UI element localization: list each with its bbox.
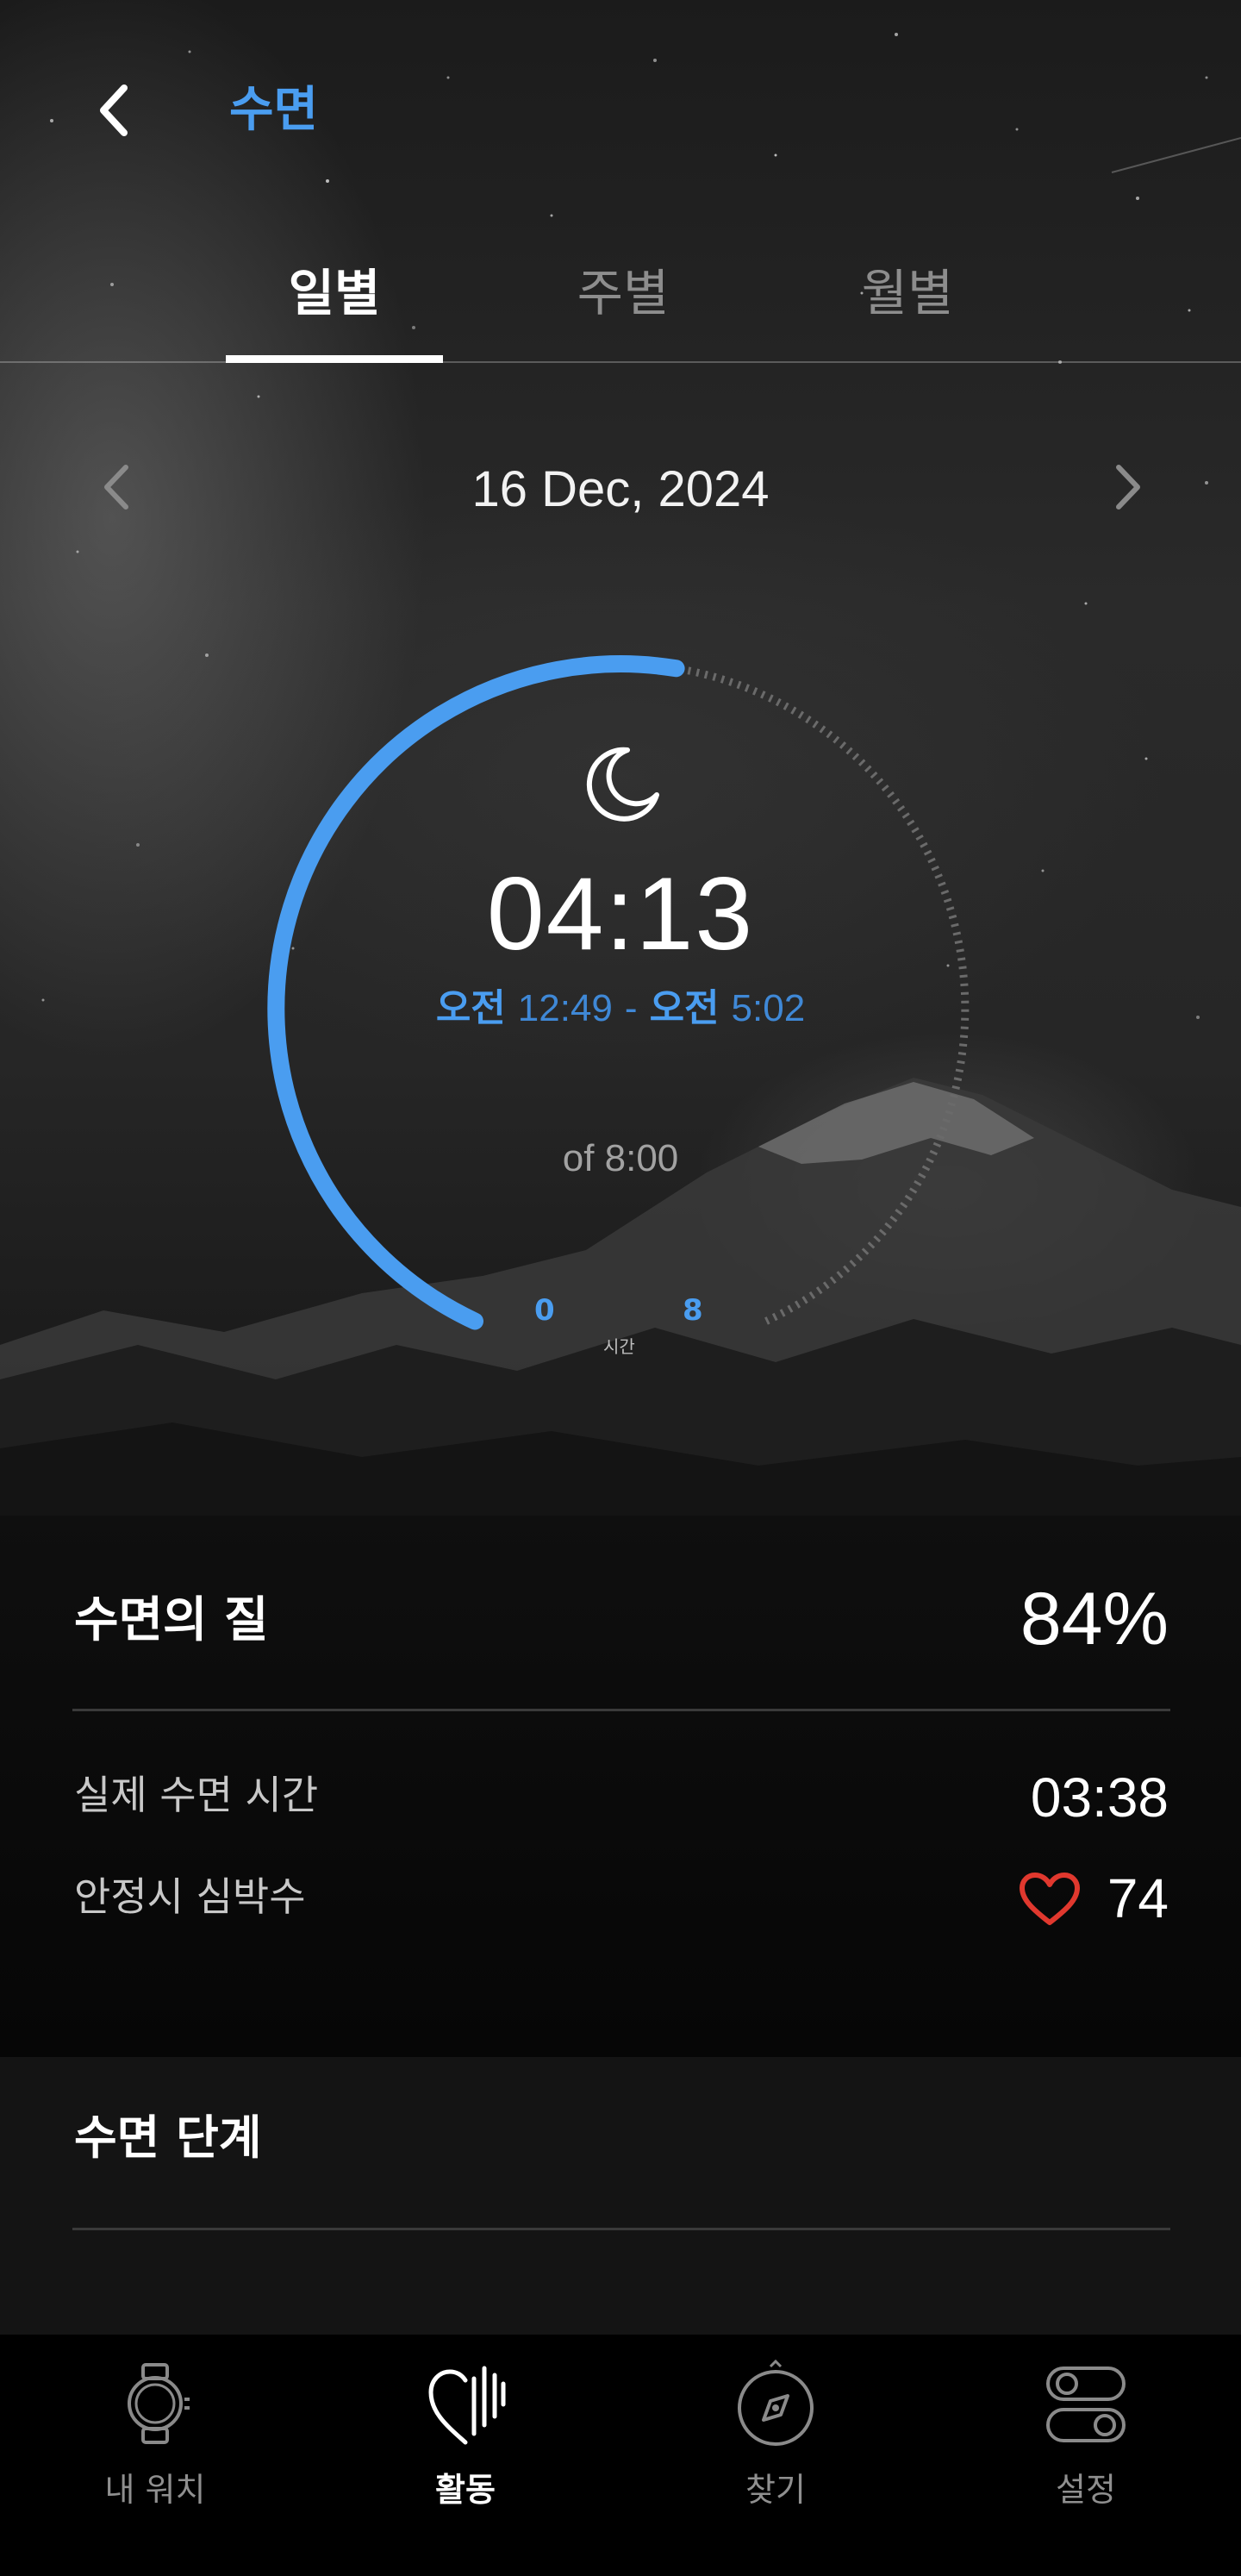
tab-monthly[interactable]: 월별 <box>800 250 1015 362</box>
chevron-left-icon <box>104 465 128 510</box>
period-tabs: 일별 주별 월별 <box>0 250 1241 362</box>
resting-heart-rate-label: 안정시 심박수 <box>74 1873 306 1920</box>
nav-settings-label: 설정 <box>1056 2471 1116 2509</box>
settings-toggle-icon <box>1046 2367 1126 2442</box>
page-title: 수면 <box>229 82 319 138</box>
sleep-quality-title: 수면의 질 <box>74 1592 269 1648</box>
scale-unit-label: 시간 <box>603 1336 635 1357</box>
end-ampm: 오전 <box>649 986 720 1030</box>
section-divider <box>72 2228 1170 2230</box>
scale-start-label: 0 <box>534 1293 555 1328</box>
chevron-left-icon <box>100 84 128 136</box>
nav-activity[interactable]: 활동 <box>310 2335 620 2576</box>
previous-date-button[interactable] <box>93 457 141 517</box>
back-button[interactable] <box>86 76 141 145</box>
nav-find[interactable]: 찾기 <box>620 2335 931 2576</box>
watch-icon <box>128 2363 190 2444</box>
time-separator: - <box>624 987 638 1029</box>
start-ampm: 오전 <box>435 986 506 1030</box>
sleep-goal: of 8:00 <box>562 1137 679 1179</box>
actual-sleep-label: 실제 수면 시간 <box>74 1772 319 1818</box>
start-time: 12:49 <box>517 987 613 1029</box>
nav-find-label: 찾기 <box>745 2471 806 2509</box>
chevron-right-icon <box>1116 465 1140 510</box>
tab-daily[interactable]: 일별 <box>227 250 442 362</box>
nav-settings[interactable]: 설정 <box>931 2335 1241 2576</box>
next-date-button[interactable] <box>1103 457 1151 517</box>
sleep-quality-value: 84% <box>1020 1578 1169 1660</box>
tabs-divider <box>0 361 1241 363</box>
section-divider <box>72 1709 1170 1711</box>
end-time: 5:02 <box>731 987 806 1029</box>
nav-my-watch-label: 내 워치 <box>104 2471 206 2509</box>
compass-icon <box>738 2359 814 2446</box>
scale-end-label: 8 <box>683 1293 703 1328</box>
date-label: 16 Dec, 2024 <box>471 461 770 517</box>
sleep-stages-title: 수면 단계 <box>74 2110 262 2165</box>
activity-icon <box>428 2366 506 2445</box>
tab-weekly[interactable]: 주별 <box>515 250 731 362</box>
heart-icon <box>1020 1873 1080 1925</box>
actual-sleep-value: 03:38 <box>1030 1766 1169 1829</box>
moon-icon <box>586 747 659 822</box>
sleep-duration: 04:13 <box>486 856 755 972</box>
sleep-time-range: 오전 12:49 - 오전 5:02 <box>319 983 922 1035</box>
nav-activity-label: 활동 <box>435 2471 496 2509</box>
resting-heart-rate-value: 74 <box>1107 1867 1169 1929</box>
nav-my-watch[interactable]: 내 워치 <box>0 2335 310 2576</box>
